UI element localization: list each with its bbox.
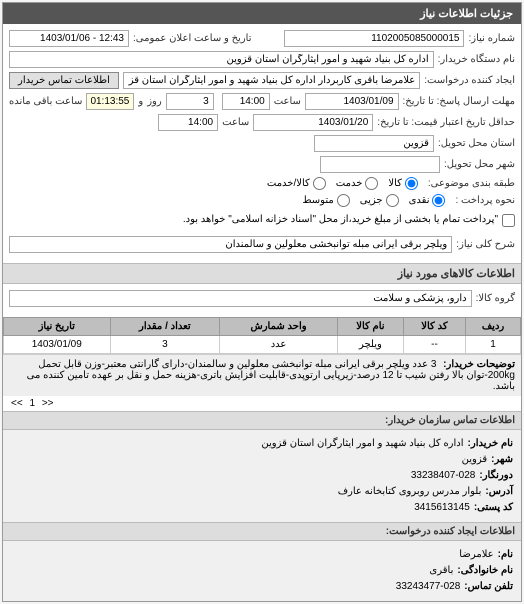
buyer-contact-button[interactable]: اطلاعات تماس خریدار — [9, 72, 119, 89]
province-label: استان محل تحویل: — [438, 138, 515, 149]
announce-dt-input[interactable] — [9, 30, 129, 47]
org-fax-label: دورنگار: — [479, 468, 513, 484]
radio-both[interactable]: کالا/خدمت — [267, 177, 326, 190]
org-addr-label: آدرس: — [485, 484, 513, 500]
org-name-value: اداره کل بنیاد شهید و امور ایثارگران است… — [261, 436, 463, 452]
req-fname-label: نام: — [498, 547, 513, 563]
table-row[interactable]: 1 -- ویلچر عدد 3 1403/01/09 — [4, 336, 521, 354]
radio-medium[interactable]: متوسط — [302, 194, 349, 207]
pager-next[interactable]: >> — [42, 398, 54, 409]
city-label: شهر محل تحویل: — [444, 159, 515, 170]
th-unit: واحد شمارش — [220, 318, 338, 336]
remaining-label: ساعت باقی مانده — [9, 96, 82, 107]
table-header-row: ردیف کد کالا نام کالا واحد شمارش تعداد /… — [4, 318, 521, 336]
need-title-input[interactable] — [9, 236, 452, 253]
send-deadline-label: مهلت ارسال پاسخ: تا تاریخ: — [403, 96, 515, 107]
th-code: کد کالا — [403, 318, 465, 336]
validity-date-input[interactable] — [253, 114, 373, 131]
payment-note-checkbox[interactable] — [502, 214, 515, 227]
goods-table: ردیف کد کالا نام کالا واحد شمارش تعداد /… — [3, 317, 521, 354]
radio-both-label: کالا/خدمت — [267, 178, 310, 189]
time-label-2: ساعت — [222, 117, 249, 128]
time-label-1: ساعت — [274, 96, 301, 107]
cell-name: ویلچر — [337, 336, 403, 354]
org-city-label: شهر: — [491, 452, 513, 468]
payment-note-text: "پرداخت تمام یا بخشی از مبلغ خرید،از محل… — [183, 214, 498, 225]
radio-partial-label: جزیی — [360, 195, 383, 206]
send-deadline-time-input[interactable] — [222, 93, 270, 110]
req-fname-value: علامرضا — [459, 547, 493, 563]
day-label: روز — [147, 96, 162, 107]
goods-group-input[interactable] — [9, 290, 472, 307]
remaining-time-input — [86, 93, 134, 110]
pager-prev[interactable]: << — [11, 398, 23, 409]
and-label: و — [138, 96, 143, 107]
goods-group-label: گروه کالا: — [476, 293, 515, 304]
province-input[interactable] — [314, 135, 434, 152]
need-title-label: شرح کلی نیاز: — [456, 239, 515, 250]
radio-service[interactable]: خدمت — [336, 177, 379, 190]
radio-cash-label: نقدی — [409, 195, 430, 206]
buyer-desc-label: توضیحات خریدار: — [443, 359, 515, 370]
th-name: نام کالا — [337, 318, 403, 336]
cell-unit: عدد — [220, 336, 338, 354]
req-lname-value: باقری — [429, 563, 453, 579]
org-addr-value: بلوار مدرس روبروی کتابخانه عارف — [338, 484, 482, 500]
th-date: تاریخ نیاز — [4, 318, 111, 336]
radio-cash[interactable]: نقدی — [409, 194, 446, 207]
buyer-device-label: نام دستگاه خریدار: — [438, 54, 515, 65]
announce-dt-label: تاریخ و ساعت اعلان عمومی: — [133, 33, 252, 44]
send-deadline-date-input[interactable] — [305, 93, 399, 110]
validity-label: حداقل تاریخ اعتبار قیمت: تا تاریخ: — [377, 117, 515, 128]
th-qty: تعداد / مقدار — [110, 318, 220, 336]
req-lname-label: نام خانوادگی: — [457, 563, 513, 579]
cell-date: 1403/01/09 — [4, 336, 111, 354]
req-contact-section: اطلاعات ایجاد کننده درخواست: — [3, 522, 521, 541]
org-post-value: 3415613145 — [414, 500, 470, 516]
req-phone-value: 33243477-028 — [396, 579, 461, 595]
radio-service-label: خدمت — [336, 178, 363, 189]
org-name-label: نام خریدار: — [468, 436, 513, 452]
org-city-value: قزوین — [462, 452, 488, 468]
radio-goods[interactable]: کالا — [388, 177, 418, 190]
radio-goods-label: کالا — [388, 178, 402, 189]
need-no-input[interactable] — [284, 30, 464, 47]
validity-time-input[interactable] — [158, 114, 218, 131]
org-post-label: کد پستی: — [474, 500, 513, 516]
payment-label: نحوه پرداخت : — [455, 195, 515, 206]
org-contact-section: اطلاعات تماس سازمان خریدار: — [3, 411, 521, 430]
need-no-label: شماره نیاز: — [468, 33, 515, 44]
req-phone-label: تلفن تماس: — [464, 579, 513, 595]
cell-row: 1 — [466, 336, 521, 354]
org-fax-value: 33238407-028 — [411, 468, 476, 484]
city-input[interactable] — [320, 156, 440, 173]
cell-code: -- — [403, 336, 465, 354]
goods-info-section: اطلاعات کالاهای مورد نیاز — [3, 263, 521, 284]
buyer-desc-text: 3 عدد ویلچر برقی ایرانی مبله توانبخشی مع… — [27, 359, 515, 392]
panel-title: جزئیات اطلاعات نیاز — [3, 3, 521, 24]
pager-page-1[interactable]: 1 — [29, 398, 35, 409]
pager: << 1 >> — [3, 396, 521, 411]
buyer-device-input[interactable] — [9, 51, 434, 68]
th-row: ردیف — [466, 318, 521, 336]
radio-medium-label: متوسط — [302, 195, 333, 206]
cell-qty: 3 — [110, 336, 220, 354]
need-group-label: طبقه بندی موضوعی: — [428, 178, 515, 189]
request-creator-input[interactable] — [123, 72, 420, 89]
radio-partial[interactable]: جزیی — [360, 194, 399, 207]
request-creator-label: ایجاد کننده درخواست: — [424, 75, 515, 86]
remaining-days-input — [166, 93, 214, 110]
